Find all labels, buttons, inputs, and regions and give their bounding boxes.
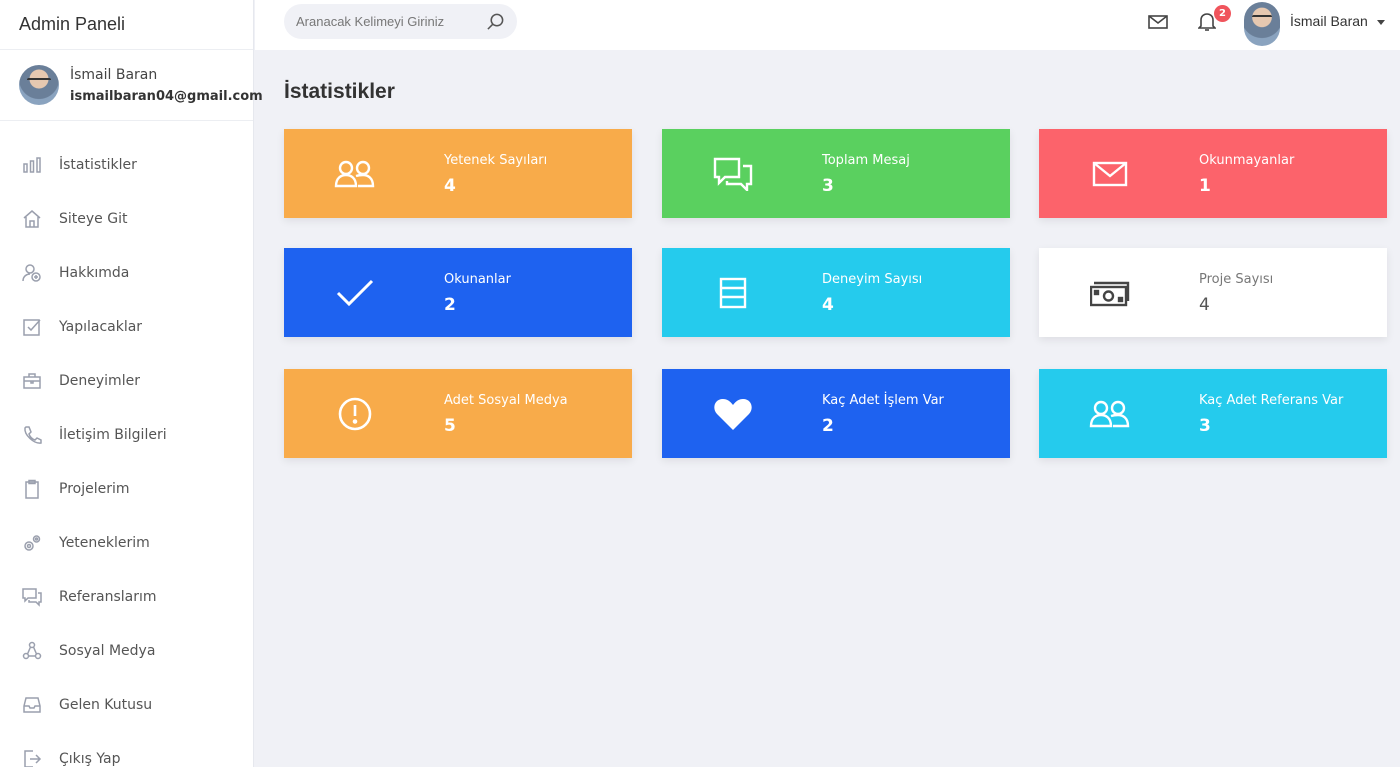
stat-value: 4 [444,176,456,196]
profile-email: ismailbaran04@gmail.com [70,88,263,104]
stat-label: Kaç Adet İşlem Var [822,393,944,408]
user-plus-icon [21,262,43,284]
sidebar-item-yeteneklerim[interactable]: Yeteneklerim [0,516,253,570]
list-box-icon [712,272,754,314]
sidebar-item-label: Referanslarım [59,589,157,605]
alert-circle-icon [334,393,376,435]
sidebar-profile: İsmail Baran ismailbaran04@gmail.com [0,50,263,121]
clipboard-icon [21,478,43,500]
gears-icon [21,532,43,554]
stat-label: Kaç Adet Referans Var [1199,393,1344,408]
sidebar-item-label: Yapılacaklar [59,319,143,335]
users-icon [334,153,376,195]
check-icon [334,272,376,314]
stat-value: 4 [1199,295,1210,315]
sidebar-item-label: Yeteneklerim [59,535,150,551]
chat-icon [21,586,43,608]
sidebar-item-label: Projelerim [59,481,130,497]
stat-value: 3 [1199,416,1211,436]
sidebar-item-label: İstatistikler [59,157,137,173]
stat-label: Toplam Mesaj [822,153,910,168]
stat-value: 5 [444,416,456,436]
share-icon [21,640,43,662]
sidebar-item-istatistikler[interactable]: İstatistikler [0,138,253,192]
sidebar-item-label: Hakkımda [59,265,130,281]
stat-label: Okunmayanlar [1199,153,1295,168]
sidebar-item-hakkimda[interactable]: Hakkımda [0,246,253,300]
stat-value: 2 [822,416,834,436]
stat-label: Adet Sosyal Medya [444,393,568,408]
stat-value: 4 [822,295,834,315]
stat-card[interactable]: Kaç Adet İşlem Var 2 [662,369,1010,458]
phone-icon [21,424,43,446]
stat-card[interactable]: Okunmayanlar 1 [1039,129,1387,218]
mail-icon[interactable] [1148,14,1168,34]
topbar: 2 İsmail Baran [255,0,1400,50]
home-icon [21,208,43,230]
stat-card[interactable]: Deneyim Sayısı 4 [662,248,1010,337]
stat-label: Deneyim Sayısı [822,272,923,287]
notification-badge: 2 [1214,5,1231,22]
sidebar-item-gelen-kutusu[interactable]: Gelen Kutusu [0,678,253,732]
sidebar-item-sosyal-medya[interactable]: Sosyal Medya [0,624,253,678]
avatar [19,65,59,105]
stat-card[interactable]: Kaç Adet Referans Var 3 [1039,369,1387,458]
search-box [284,4,517,39]
sidebar-item-projelerim[interactable]: Projelerim [0,462,253,516]
search-icon[interactable] [486,12,505,35]
user-menu[interactable]: İsmail Baran [1290,13,1385,29]
stat-card[interactable]: Proje Sayısı 4 [1039,248,1387,337]
page-title: İstatistikler [284,80,395,103]
stat-value: 3 [822,176,834,196]
chevron-down-icon [1376,19,1385,25]
stat-label: Proje Sayısı [1199,272,1274,287]
money-icon [1089,272,1131,314]
sidebar-item-label: Deneyimler [59,373,140,389]
sidebar-item-cikis-yap[interactable]: Çıkış Yap [0,732,253,767]
sidebar-item-label: İletişim Bilgileri [59,427,167,443]
sidebar-item-iletisim-bilgileri[interactable]: İletişim Bilgileri [0,408,253,462]
brand-title[interactable]: Admin Paneli [0,0,253,50]
heart-icon [712,393,754,435]
search-input[interactable] [296,14,476,29]
sidebar: Admin Paneli İsmail Baran ismailbaran04@… [0,0,263,767]
stat-label: Okunanlar [444,272,511,287]
sidebar-menu: İstatistikler Siteye Git Hakkımda Yapıla… [0,121,253,767]
stat-card[interactable]: Yetenek Sayıları 4 [284,129,632,218]
sidebar-item-referanslarim[interactable]: Referanslarım [0,570,253,624]
stat-label: Yetenek Sayıları [444,153,548,168]
chat-bubbles-icon [712,153,754,195]
briefcase-icon [21,370,43,392]
user-name: İsmail Baran [1290,13,1368,29]
stat-card[interactable]: Toplam Mesaj 3 [662,129,1010,218]
users-icon [1089,393,1131,435]
stat-value: 2 [444,295,456,315]
sidebar-item-label: Siteye Git [59,211,128,227]
stat-value: 1 [1199,176,1211,196]
sidebar-item-label: Sosyal Medya [59,643,156,659]
sidebar-item-deneyimler[interactable]: Deneyimler [0,354,253,408]
stat-card[interactable]: Okunanlar 2 [284,248,632,337]
sidebar-item-label: Çıkış Yap [59,751,121,767]
stat-card[interactable]: Adet Sosyal Medya 5 [284,369,632,458]
mail-icon [1089,153,1131,195]
sidebar-item-label: Gelen Kutusu [59,697,153,713]
check-square-icon [21,316,43,338]
profile-name: İsmail Baran [70,66,158,83]
avatar[interactable] [1244,2,1280,46]
inbox-icon [21,694,43,716]
sidebar-item-yapilacaklar[interactable]: Yapılacaklar [0,300,253,354]
bar-chart-icon [21,154,43,176]
sidebar-item-siteye-git[interactable]: Siteye Git [0,192,253,246]
logout-icon [21,748,43,767]
